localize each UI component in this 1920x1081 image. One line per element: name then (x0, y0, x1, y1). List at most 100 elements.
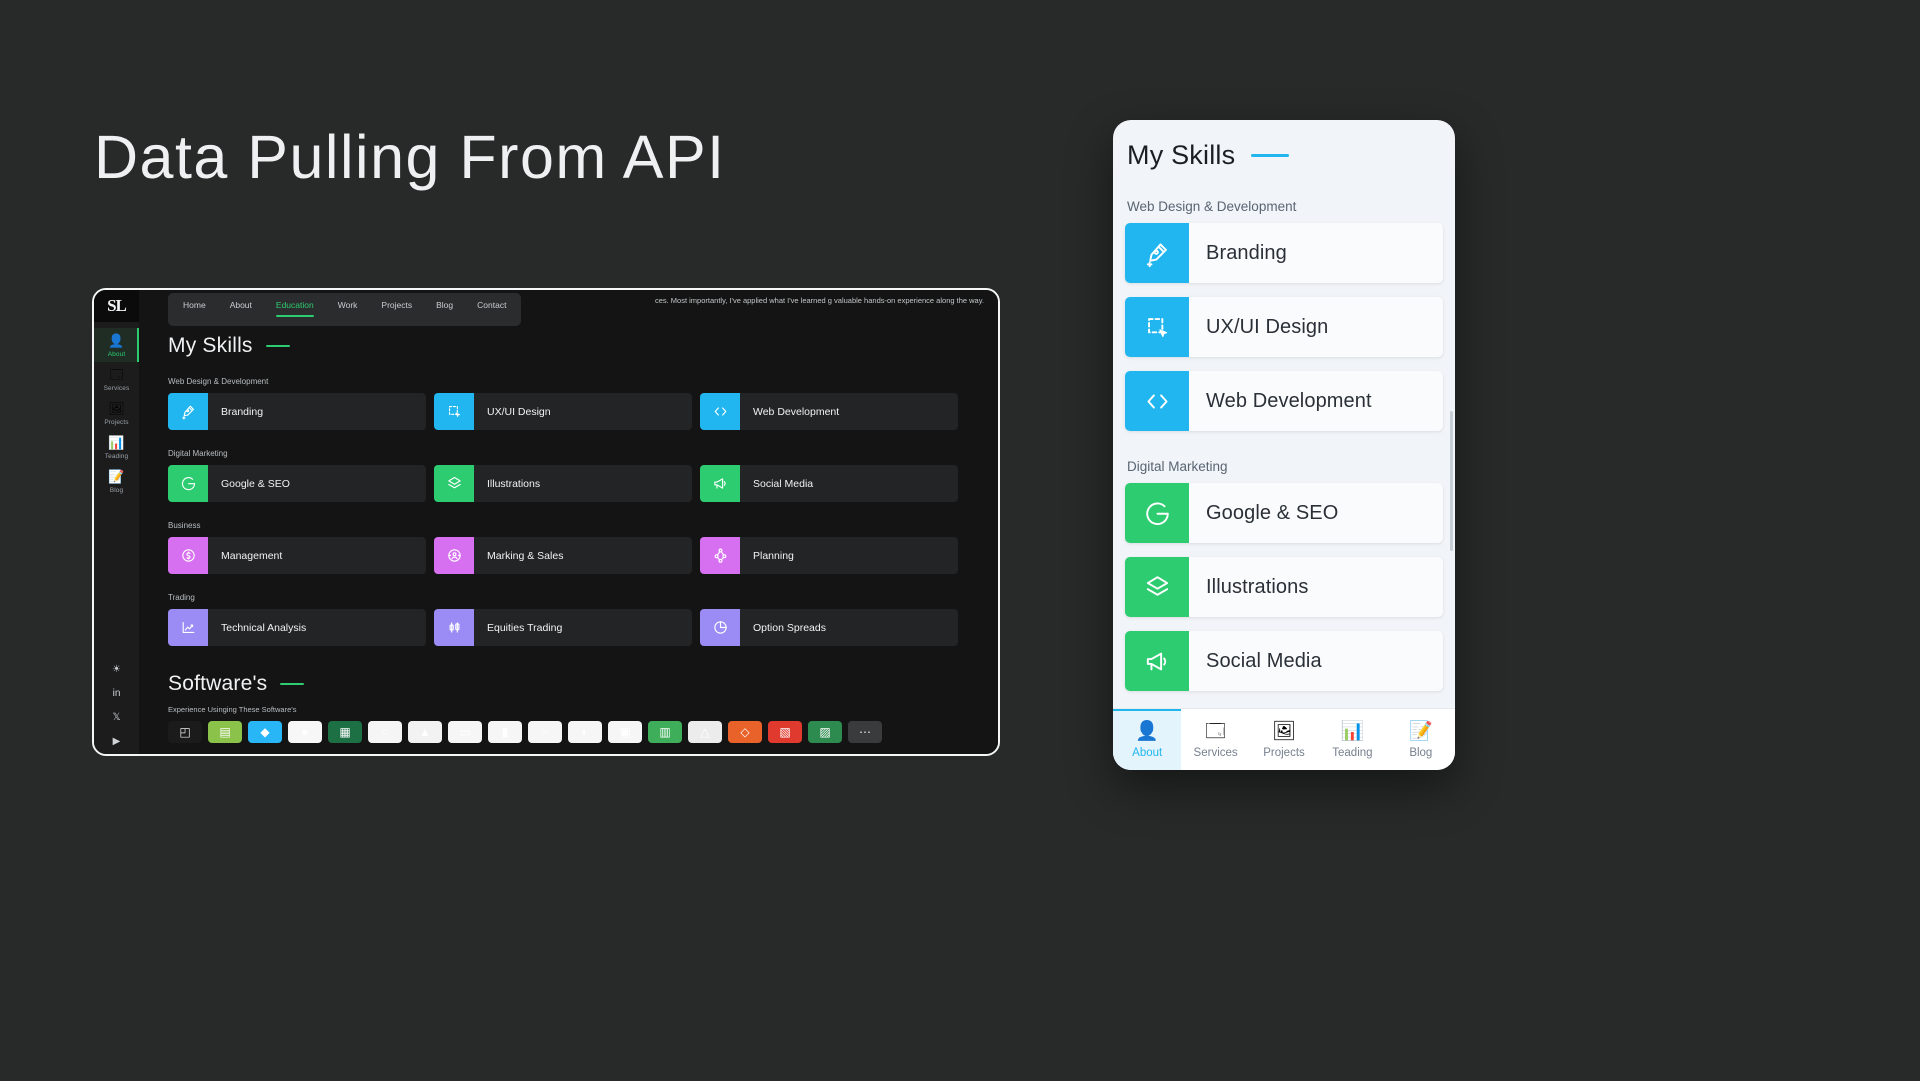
skill-card[interactable]: Branding (168, 393, 426, 430)
mobile-nav-item-label: About (1132, 746, 1163, 759)
person-icon: 👤 (1135, 720, 1160, 742)
skill-card-label: Branding (221, 405, 264, 418)
marquee-select-icon (1125, 297, 1189, 357)
mobile-skill-card-label: Social Media (1206, 649, 1322, 672)
mobile-skill-list[interactable]: Web Design & Development Branding UX/UI De… (1113, 171, 1455, 708)
skill-card[interactable]: UX/UI Design (434, 393, 692, 430)
sidebar-item-label: About (107, 351, 126, 358)
my-skills-heading-text: My Skills (168, 334, 253, 357)
pdf-icon[interactable]: ▧ (768, 721, 802, 743)
skill-card-label: Planning (753, 549, 794, 562)
sidebar-item-projects[interactable]: 🖼 Projects (94, 396, 139, 430)
site-logo[interactable]: SL (94, 290, 139, 322)
skill-card[interactable]: Google & SEO (168, 465, 426, 502)
skill-card[interactable]: Web Development (700, 393, 958, 430)
mobile-nav-item-about[interactable]: 👤 About (1113, 709, 1182, 770)
figma-icon[interactable]: ◰ (168, 721, 202, 743)
sidebar-item-blog[interactable]: 📝 Blog (94, 464, 139, 498)
mobile-nav-item-projects[interactable]: 🖼 Projects (1250, 709, 1318, 770)
mobile-preview-panel: My Skills Web Design & Development Brandi… (1113, 120, 1455, 770)
skill-card[interactable]: Illustrations (434, 465, 692, 502)
note-pen-icon: 📝 (1408, 720, 1433, 742)
images-icon: 🖼 (1271, 720, 1297, 742)
sheets-icon[interactable]: ▤ (208, 721, 242, 743)
word-icon[interactable]: ▭ (448, 721, 482, 743)
layers-icon (434, 465, 474, 502)
skill-card[interactable]: Option Spreads (700, 609, 958, 646)
skill-card-row: Technical Analysis Equities Trading Option… (168, 609, 958, 646)
desktop-scroll-area[interactable]: My Skills Web Design & Development Brandi… (139, 290, 998, 754)
desktop-social-links: ☀ in 𝕏 ▶ (94, 663, 139, 748)
x-twitter-icon[interactable]: 𝕏 (110, 711, 123, 724)
mobile-header: My Skills (1113, 120, 1455, 171)
desktop-sidebar-nav: 👤 About 🗔 Services 🖼 Projects 📊 Teading 📝 Blog (94, 322, 139, 498)
layers-icon (1125, 557, 1189, 617)
skill-card-label: Illustrations (487, 477, 541, 490)
mobile-skill-card-label: Web Development (1206, 389, 1372, 412)
skill-card-label: Technical Analysis (221, 621, 307, 634)
skill-card-row: Branding UX/UI Design Web Development (168, 393, 958, 430)
skill-card[interactable]: Management (168, 537, 426, 574)
ppt-icon[interactable]: ▮ (488, 721, 522, 743)
sidebar-item-teading[interactable]: 📊 Teading (94, 430, 139, 464)
mobile-skill-card[interactable]: Web Development (1125, 371, 1443, 431)
excel-icon[interactable]: ▦ (328, 721, 362, 743)
mobile-nav-item-services[interactable]: 🗔 Services (1181, 709, 1249, 770)
notion-icon[interactable]: ▫ (528, 721, 562, 743)
mobile-skill-category-label: Web Design & Development (1127, 199, 1297, 214)
youtube-icon[interactable]: ▶ (110, 735, 123, 748)
mobile-nav-item-blog[interactable]: 📝 Blog (1387, 709, 1455, 770)
page-title: Data Pulling From API (94, 123, 726, 191)
images-icon: 🖼 (108, 401, 125, 416)
mobile-skill-card[interactable]: Branding (1125, 223, 1443, 283)
ae-icon[interactable]: ◇ (728, 721, 762, 743)
skill-card-label: Social Media (753, 477, 814, 490)
mobile-skill-card[interactable]: UX/UI Design (1125, 297, 1443, 357)
sidebar-item-about[interactable]: 👤 About (94, 328, 139, 362)
layout-icon: 🗔 (1205, 720, 1226, 742)
sheets2-icon[interactable]: ▨ (808, 721, 842, 743)
line-chart-icon (168, 609, 208, 646)
money-cycle-icon (168, 537, 208, 574)
skill-card[interactable]: Equities Trading (434, 609, 692, 646)
skill-card[interactable]: Social Media (700, 465, 958, 502)
skill-card[interactable]: Technical Analysis (168, 609, 426, 646)
sidebar-item-services[interactable]: 🗔 Services (94, 362, 139, 396)
mobile-skill-card-label: Illustrations (1206, 575, 1309, 598)
sun-icon[interactable]: ☀ (110, 663, 123, 676)
heading-accent-rule (265, 344, 290, 348)
photoshop-icon[interactable]: ▣ (608, 721, 642, 743)
mobile-skill-card-label: Google & SEO (1206, 501, 1339, 524)
mobile-skill-card[interactable]: Google & SEO (1125, 483, 1443, 543)
blender-icon[interactable]: ○ (368, 721, 402, 743)
desktop-main-content: ces. Most importantly, I've applied what… (139, 290, 998, 754)
drive-icon[interactable]: △ (688, 721, 722, 743)
mobile-nav-item-label: Services (1193, 746, 1238, 759)
candlestick-icon (434, 609, 474, 646)
more-icon[interactable]: ⋯ (848, 721, 882, 743)
skill-card-row: Google & SEO Illustrations Social Media (168, 465, 958, 502)
mobile-skill-card[interactable]: Social Media (1125, 631, 1443, 691)
skill-card-label: Web Development (753, 405, 840, 418)
xd-icon[interactable]: ◆ (248, 721, 282, 743)
skill-card-label: Management (221, 549, 283, 562)
skill-card[interactable]: Marking & Sales (434, 537, 692, 574)
sidebar-item-label: Projects (104, 419, 129, 426)
illustrator-icon[interactable]: ▲ (408, 721, 442, 743)
apple-icon[interactable]: ● (288, 721, 322, 743)
chart-icon: 📊 (1340, 720, 1365, 742)
sidebar-item-label: Services (103, 385, 130, 392)
mobile-nav-item-teading[interactable]: 📊 Teading (1318, 709, 1386, 770)
target-person-icon (434, 537, 474, 574)
skill-card[interactable]: Planning (700, 537, 958, 574)
mobile-skill-category-label: Digital Marketing (1127, 459, 1228, 474)
mobile-scrollbar[interactable] (1450, 411, 1453, 551)
skill-card-label: Marking & Sales (487, 549, 564, 562)
software-heading-text: Software's (168, 672, 268, 695)
canva-icon[interactable]: ◐ (568, 721, 602, 743)
spreadsheet-icon[interactable]: ▥ (648, 721, 682, 743)
mobile-nav-item-label: Teading (1332, 746, 1373, 759)
linkedin-icon[interactable]: in (110, 687, 123, 700)
mobile-skill-card[interactable]: Illustrations (1125, 557, 1443, 617)
sidebar-item-label: Blog (109, 487, 124, 494)
